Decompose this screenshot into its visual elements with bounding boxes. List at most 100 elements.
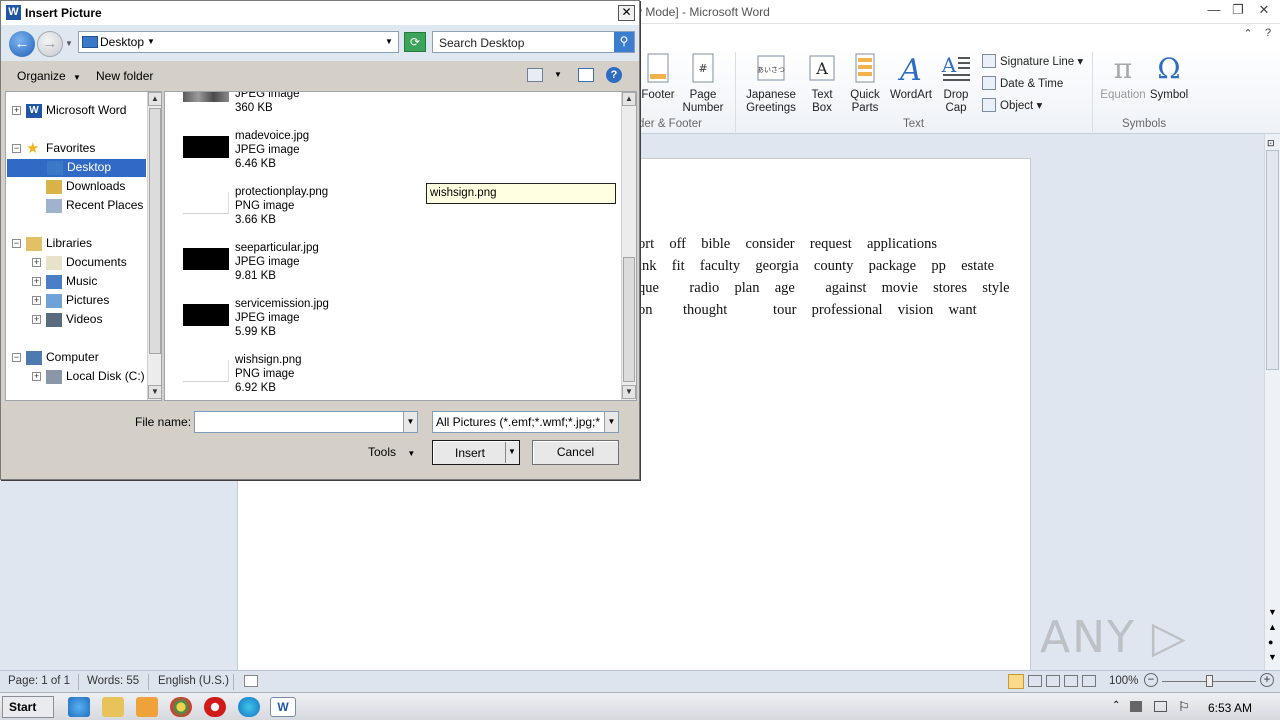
collapse-icon[interactable]: −: [12, 239, 21, 248]
file-item[interactable]: madevoice.jpg JPEG image 6.46 KB: [183, 130, 603, 186]
clock[interactable]: 6:53 AM: [1208, 701, 1252, 715]
forward-button[interactable]: →: [37, 31, 63, 57]
zoom-slider-thumb[interactable]: [1206, 675, 1213, 687]
collapse-icon[interactable]: −: [12, 353, 21, 362]
tree-item-pictures[interactable]: + Pictures: [6, 292, 146, 310]
expand-icon[interactable]: +: [12, 106, 21, 115]
tree-item-videos[interactable]: + Videos: [6, 311, 146, 329]
zoom-in-icon[interactable]: +: [1260, 673, 1274, 687]
expand-icon[interactable]: +: [32, 315, 41, 324]
help-icon[interactable]: ?: [606, 67, 622, 83]
address-dropdown-icon[interactable]: ▼: [385, 37, 393, 46]
new-folder-button[interactable]: New folder: [96, 69, 153, 83]
outline-icon[interactable]: [1064, 675, 1078, 687]
network-icon[interactable]: [1154, 701, 1167, 712]
scrollbar-thumb[interactable]: [1266, 150, 1279, 370]
view-dropdown-icon[interactable]: ▼: [554, 70, 562, 79]
drop-cap-button[interactable]: A Drop Cap: [938, 52, 974, 115]
zoom-level[interactable]: 100%: [1109, 675, 1138, 687]
explorer-icon[interactable]: [102, 697, 124, 717]
tree-item-local-disk-c[interactable]: + Local Disk (C:): [6, 368, 146, 386]
tree-scroll-thumb[interactable]: [149, 108, 161, 354]
minimize-icon[interactable]: —: [1204, 2, 1224, 20]
file-list-scroll-thumb[interactable]: [623, 257, 635, 382]
file-item[interactable]: wishsign.png PNG image 6.92 KB: [183, 354, 603, 400]
symbol-button[interactable]: Ω Symbol: [1148, 52, 1190, 102]
edge-icon[interactable]: [238, 697, 260, 717]
quick-parts-button[interactable]: Quick Parts: [846, 52, 884, 115]
tree-item-favorites[interactable]: − ★ Favorites: [6, 140, 146, 158]
file-name-input[interactable]: [194, 411, 418, 433]
opera-icon[interactable]: [204, 697, 226, 717]
tree-item-documents[interactable]: + Documents: [6, 254, 146, 272]
view-options-icon[interactable]: [527, 68, 543, 82]
file-type-filter[interactable]: All Pictures (*.emf;*.wmf;*.jpg;*: [432, 411, 619, 433]
start-button[interactable]: Start: [2, 696, 54, 718]
draft-icon[interactable]: [1082, 675, 1096, 687]
tray-expand-icon[interactable]: ⌃: [1112, 700, 1120, 711]
web-layout-icon[interactable]: [1046, 675, 1060, 687]
date-time-button[interactable]: Date & Time: [982, 76, 1063, 90]
media-player-icon[interactable]: [136, 697, 158, 717]
dialog-titlebar[interactable]: W Insert Picture ✕: [1, 1, 639, 25]
ruler-toggle-icon[interactable]: ⊡: [1267, 138, 1275, 149]
cancel-button[interactable]: Cancel: [532, 440, 619, 465]
text-box-button[interactable]: A Text Box: [804, 52, 840, 115]
document-scrollbar[interactable]: ⊡ ▼ ▲ ● ▼: [1264, 134, 1280, 670]
tree-item-microsoft-word[interactable]: + W Microsoft Word: [6, 102, 146, 120]
tree-item-recent-places[interactable]: Recent Places: [6, 197, 146, 215]
insert-button[interactable]: Insert ▼: [432, 440, 520, 465]
word-taskbar-icon[interactable]: W: [270, 697, 296, 717]
full-screen-reading-icon[interactable]: [1028, 675, 1042, 687]
recent-locations-icon[interactable]: ▼: [65, 39, 73, 48]
file-name-dropdown-icon[interactable]: ▼: [403, 412, 417, 432]
expand-icon[interactable]: +: [32, 258, 41, 267]
word-count[interactable]: Words: 55: [87, 675, 139, 687]
expand-icon[interactable]: +: [32, 372, 41, 381]
collapse-icon[interactable]: −: [12, 144, 21, 153]
ribbon-minimize-icon[interactable]: ⌃: [1238, 27, 1258, 45]
help-icon[interactable]: ?: [1258, 27, 1278, 45]
object-button[interactable]: Object ▾: [982, 98, 1042, 112]
expand-icon[interactable]: +: [32, 277, 41, 286]
page-count[interactable]: Page: 1 of 1: [8, 675, 70, 687]
print-layout-icon[interactable]: [1008, 674, 1024, 689]
address-bar[interactable]: Desktop ▼ ▼: [78, 31, 399, 53]
maximize-icon[interactable]: ❐: [1228, 2, 1248, 20]
filter-dropdown-icon[interactable]: ▼: [604, 412, 618, 432]
japanese-greetings-button[interactable]: あいさつ Japanese Greetings: [740, 52, 802, 115]
close-icon[interactable]: ✕: [1254, 2, 1274, 20]
tools-button[interactable]: Tools ▼: [368, 445, 415, 459]
flag-icon[interactable]: ⚐: [1178, 699, 1190, 715]
footer-button[interactable]: Footer: [638, 52, 678, 102]
signature-line-button[interactable]: Signature Line ▾: [982, 54, 1083, 68]
back-button[interactable]: ←: [9, 31, 35, 57]
tree-scrollbar[interactable]: ▲ ▼: [147, 92, 161, 400]
search-icon[interactable]: ⚲: [614, 32, 634, 52]
scroll-up-icon[interactable]: ▲: [148, 92, 161, 106]
organize-button[interactable]: Organize ▼: [17, 69, 81, 83]
tree-item-libraries[interactable]: − Libraries: [6, 235, 146, 253]
expand-icon[interactable]: +: [32, 296, 41, 305]
scroll-down-icon[interactable]: ▼: [148, 385, 161, 399]
breadcrumb-arrow-icon[interactable]: ▼: [147, 37, 155, 46]
scroll-up-icon[interactable]: ▲: [622, 92, 636, 106]
tree-item-desktop[interactable]: Desktop: [7, 159, 146, 177]
wordart-button[interactable]: A WordArt: [886, 52, 936, 102]
chrome-icon[interactable]: [170, 697, 192, 717]
ie-icon[interactable]: [68, 697, 90, 717]
tree-item-downloads[interactable]: Downloads: [6, 178, 146, 196]
refresh-button[interactable]: ⟳: [404, 32, 426, 52]
file-list-scrollbar[interactable]: ▲ ▼: [621, 92, 636, 400]
close-button[interactable]: ✕: [618, 5, 635, 21]
macro-record-icon[interactable]: [244, 675, 258, 687]
page-number-button[interactable]: # Page Number: [676, 52, 730, 115]
file-item[interactable]: servicemission.jpg JPEG image 5.99 KB: [183, 298, 603, 354]
scroll-down-icon[interactable]: ▼: [622, 385, 636, 399]
tree-item-computer[interactable]: − Computer: [6, 349, 146, 367]
tree-item-music[interactable]: + Music: [6, 273, 146, 291]
tray-icon[interactable]: [1130, 701, 1142, 712]
zoom-out-icon[interactable]: −: [1144, 673, 1158, 687]
file-item[interactable]: seeparticular.jpg JPEG image 9.81 KB: [183, 242, 603, 298]
language[interactable]: English (U.S.): [158, 675, 229, 687]
